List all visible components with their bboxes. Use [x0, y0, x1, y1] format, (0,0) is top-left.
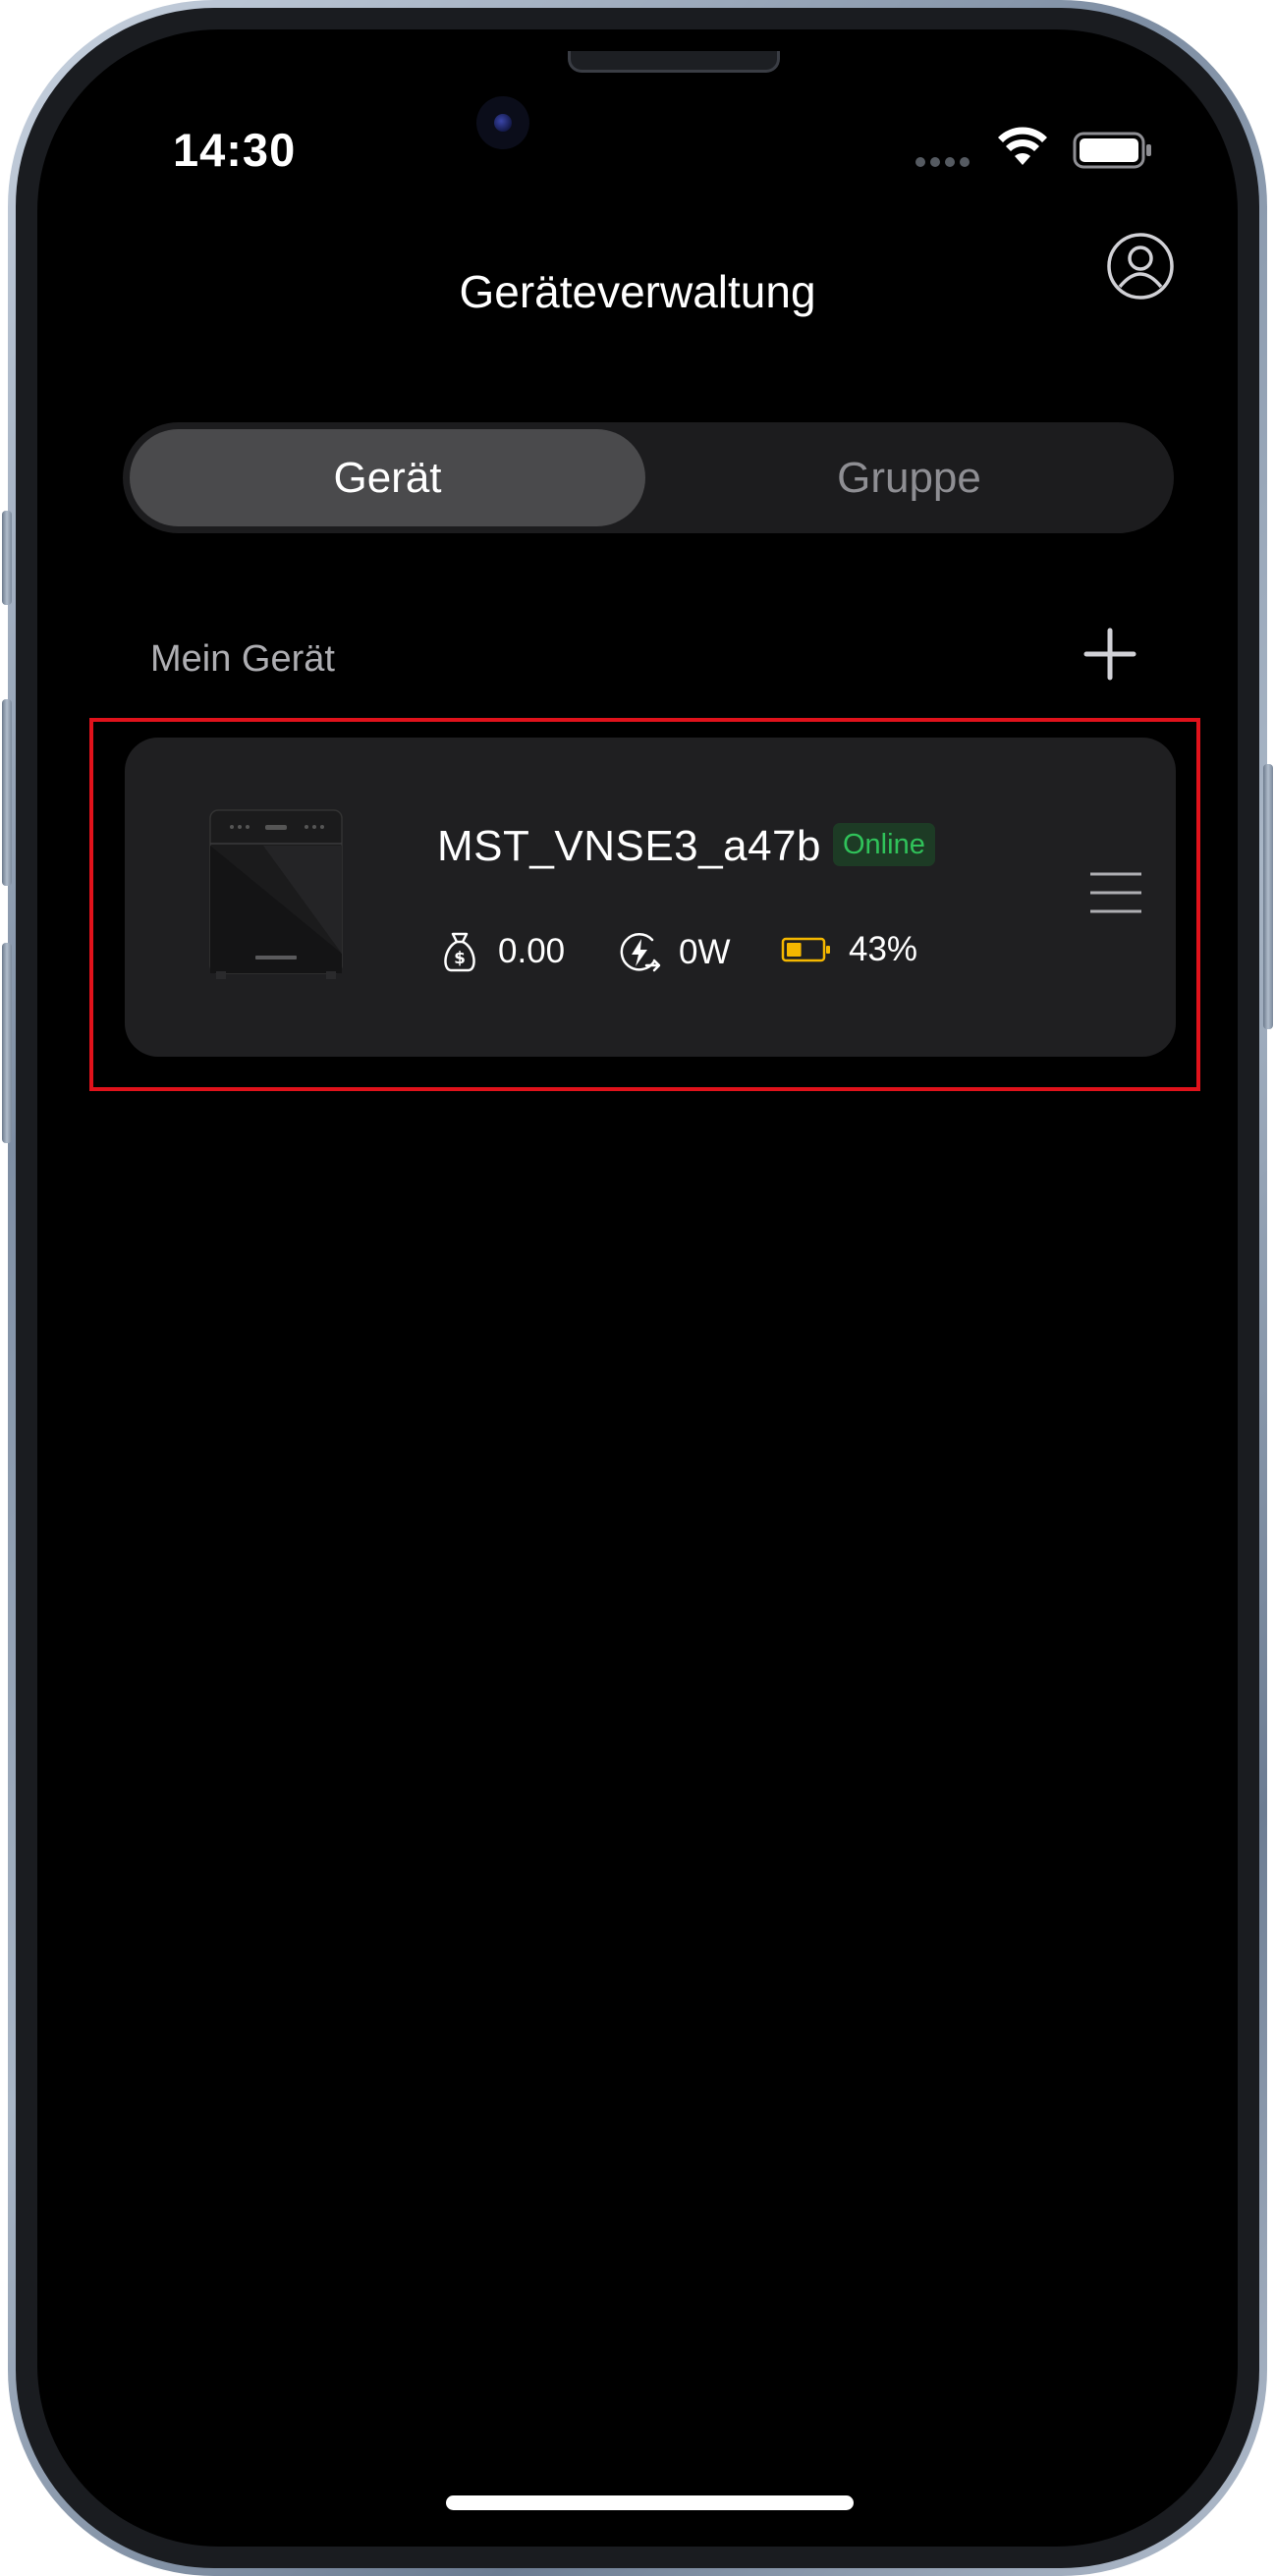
screen: 14:30 Geräteverwaltung Gerät Gruppe Mein… [37, 29, 1238, 2547]
hamburger-menu-icon[interactable] [1088, 870, 1143, 915]
status-time: 14:30 [173, 124, 297, 176]
device-image [209, 809, 343, 979]
battery-metric: 43% [781, 930, 917, 969]
tab-group[interactable]: Gruppe [651, 429, 1167, 526]
plus-icon[interactable] [1081, 625, 1139, 684]
device-name: MST_VNSE3_a47b [437, 822, 821, 870]
earpiece-speaker [568, 51, 780, 73]
device-card[interactable]: MST_VNSE3_a47b Online $ 0.00 0W 43% [125, 738, 1176, 1057]
earnings-value: 0.00 [498, 932, 566, 970]
power-value: 0W [679, 933, 731, 971]
earnings-metric: $ 0.00 [438, 930, 565, 973]
user-profile-icon[interactable] [1106, 232, 1175, 301]
wifi-icon [998, 127, 1047, 165]
device-group-toggle: Gerät Gruppe [123, 422, 1174, 533]
section-title-my-device: Mein Gerät [150, 638, 335, 680]
status-badge: Online [833, 823, 935, 866]
battery-level-icon [781, 937, 830, 962]
power-metric: 0W [617, 930, 731, 975]
side-button-volume-down [2, 943, 12, 1143]
side-button-action [2, 511, 12, 605]
money-bag-icon: $ [444, 932, 475, 972]
power-flow-icon [620, 933, 661, 972]
page-title: Geräteverwaltung [459, 266, 816, 317]
side-button-power [1263, 764, 1273, 1029]
home-indicator[interactable] [446, 2495, 854, 2510]
battery-value: 43% [849, 930, 918, 968]
svg-text:$: $ [454, 949, 466, 968]
front-camera [476, 96, 529, 149]
tab-device[interactable]: Gerät [130, 429, 645, 526]
side-button-volume-up [2, 699, 12, 886]
battery-icon [1073, 132, 1151, 169]
phone-frame: 14:30 Geräteverwaltung Gerät Gruppe Mein… [2, 0, 1273, 2576]
cellular-signal-icon [915, 157, 970, 167]
